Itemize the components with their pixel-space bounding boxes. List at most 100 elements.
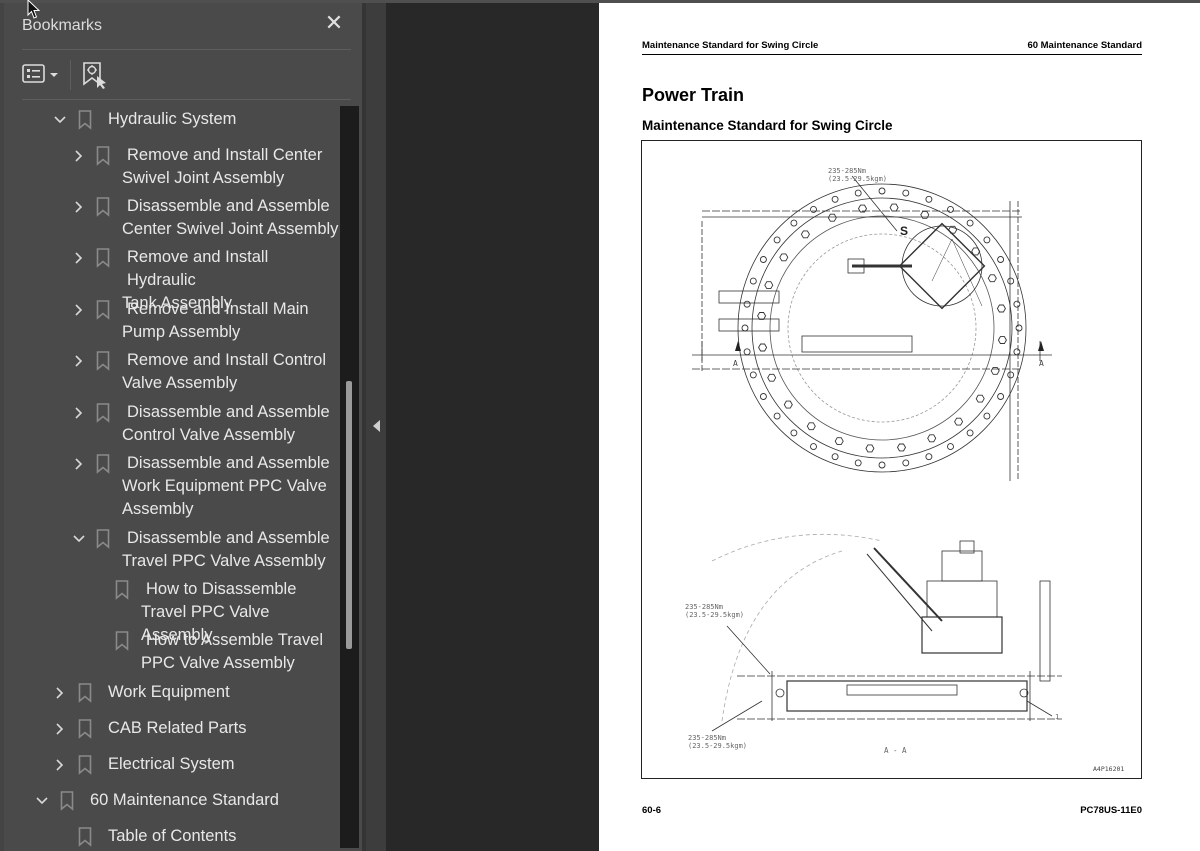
outer-bolt-hole — [1013, 300, 1021, 308]
section-mark-right: A — [1039, 359, 1044, 368]
chevron-right-icon[interactable] — [72, 406, 86, 420]
bookmarks-panel: Bookmarks ✕ Hydraulic System Remove and I… — [0, 3, 362, 851]
inner-bolt-head — [896, 443, 907, 452]
bookmark-label: Disassemble and Assemble Center Swivel Jo… — [122, 195, 338, 241]
bookmark-item[interactable]: Hydraulic System — [0, 108, 340, 131]
page-title: Power Train — [642, 85, 745, 105]
bookmark-label-line: Remove and Install Center — [127, 146, 323, 164]
chevron-right-icon[interactable] — [72, 149, 86, 163]
chevron-down-icon[interactable] — [35, 794, 49, 808]
find-current-bookmark-icon — [83, 62, 106, 89]
bookmark-item[interactable]: Disassemble and Assemble Work Equipment P… — [0, 452, 340, 521]
bookmark-icon — [96, 351, 110, 371]
chevron-right-icon[interactable] — [53, 686, 67, 700]
outer-bolt-hole — [997, 256, 1005, 263]
bookmark-icon — [96, 197, 110, 217]
page-header-left: Maintenance Standard for Swing Circle — [642, 40, 819, 51]
outer-bolt-hole — [741, 324, 749, 332]
bookmark-label: Table of Contents — [108, 825, 236, 848]
inner-bolt-head — [757, 312, 767, 320]
bookmark-item[interactable]: CAB Related Parts — [0, 717, 340, 740]
chevron-right-icon[interactable] — [53, 758, 67, 772]
bookmark-item[interactable]: Work Equipment — [0, 681, 340, 704]
inner-bolt-head — [758, 343, 768, 352]
outer-bolt-hole — [966, 219, 974, 227]
bookmark-label-line: Remove and Install Control — [127, 351, 327, 369]
bookmark-label-line: CAB Related Parts — [108, 719, 247, 737]
outer-bolt-hole — [759, 393, 767, 400]
inner-bolt-head — [783, 400, 793, 409]
bookmark-tree: Hydraulic System Remove and Install Cente… — [0, 103, 340, 851]
outer-bolt-hole — [759, 256, 767, 263]
bookmark-item[interactable]: Disassemble and Assemble Center Swivel Jo… — [0, 195, 340, 241]
page-number: 60-6 — [642, 805, 662, 816]
inner-bolt-head — [865, 444, 875, 453]
bookmark-label-line: Assembly — [122, 500, 194, 518]
bookmark-label: Work Equipment — [108, 681, 230, 704]
chevron-down-icon[interactable] — [53, 113, 67, 127]
chevron-down-icon[interactable] — [72, 532, 86, 546]
bookmark-label-line: Disassemble and Assemble — [127, 454, 330, 472]
chevron-right-icon[interactable] — [72, 303, 86, 317]
outer-bolt-hole — [966, 429, 974, 437]
bookmark-label-line: Work Equipment — [108, 683, 230, 701]
bookmark-label: Disassemble and Assemble Travel PPC Valve… — [122, 527, 330, 573]
find-current-bookmark-button[interactable] — [81, 60, 109, 90]
chevron-right-icon[interactable] — [72, 457, 86, 471]
bookmark-item[interactable]: Disassemble and Assemble Travel PPC Valve… — [0, 527, 340, 573]
bookmark-label: How to Assemble Travel PPC Valve Assembly — [141, 629, 323, 675]
inner-bolt-head — [764, 281, 774, 290]
technical-drawing: 235-285Nm (23.5-29.5kgm) S A A 235-285Nm… — [641, 140, 1142, 779]
bookmark-label: Disassemble and Assemble Control Valve As… — [122, 401, 330, 447]
scrollbar-thumb[interactable] — [346, 381, 352, 649]
outer-bolt-hole — [790, 219, 798, 227]
bookmark-icon — [60, 791, 74, 811]
bookmark-options-button[interactable] — [22, 63, 62, 85]
swing-circle-outer — [737, 183, 1027, 473]
inner-bolt-head — [990, 366, 1000, 375]
outer-bolt-hole — [1007, 277, 1015, 285]
inner-bolt-head — [779, 253, 789, 262]
chevron-right-icon[interactable] — [53, 722, 67, 736]
bookmark-icon — [96, 403, 110, 423]
bookmark-item[interactable]: Electrical System — [0, 753, 340, 776]
outer-bolt-hole — [854, 459, 862, 467]
outer-bolt-hole — [947, 205, 954, 213]
swing-circle-drawing — [692, 175, 1062, 732]
inner-bolt-head — [954, 417, 964, 426]
bookmark-label-line: How to Assemble Travel — [146, 631, 323, 649]
chevron-right-icon[interactable] — [72, 251, 86, 265]
close-icon[interactable]: ✕ — [323, 13, 345, 35]
bookmark-label-line: Center Swivel Joint Assembly — [122, 220, 339, 238]
inner-bolt-head — [975, 394, 985, 403]
inner-bolt-head — [987, 274, 997, 283]
bookmark-label-line: Swivel Joint Assembly — [122, 169, 285, 187]
bookmark-label-line: Control Valve Assembly — [122, 426, 296, 444]
outer-bolt-hole — [878, 461, 886, 469]
bookmark-item[interactable]: Disassemble and Assemble Control Valve As… — [0, 401, 340, 447]
bookmark-icon — [78, 827, 92, 847]
outer-bolt-hole — [1007, 371, 1015, 379]
bookmark-label: Remove and Install Center Swivel Joint As… — [122, 144, 322, 190]
bookmark-item[interactable]: How to Disassemble Travel PPC Valve Assem… — [0, 578, 340, 644]
bookmark-item[interactable]: How to Assemble Travel PPC Valve Assembly — [0, 629, 340, 675]
bookmark-item[interactable]: Remove and Install Hydraulic Tank Assembl… — [0, 246, 340, 312]
bookmark-label: 60 Maintenance Standard — [90, 789, 279, 812]
outer-bolt-hole — [947, 443, 954, 451]
bookmark-label: Electrical System — [108, 753, 235, 776]
bookmark-item[interactable]: 60 Maintenance Standard — [0, 789, 340, 812]
bookmark-label-line: 60 Maintenance Standard — [90, 791, 279, 809]
inner-bolt-head — [806, 422, 816, 431]
swing-circle-ring — [751, 197, 1013, 459]
chevron-right-icon[interactable] — [72, 200, 86, 214]
bookmark-item[interactable]: Remove and Install Control Valve Assembly — [0, 349, 340, 395]
bookmark-item[interactable]: Remove and Install Main Pump Assembly — [0, 298, 340, 344]
bookmark-item[interactable]: Table of Contents — [0, 825, 340, 848]
bookmark-icon — [115, 580, 129, 600]
collapse-panel-arrow-icon[interactable] — [373, 420, 380, 432]
chevron-right-icon[interactable] — [72, 354, 86, 368]
inner-bolt-head — [827, 213, 837, 222]
torque-spec-mid: 235-285Nm (23.5-29.5kgm) — [685, 603, 745, 619]
outer-bolt-hole — [743, 300, 751, 308]
bookmark-item[interactable]: Remove and Install Center Swivel Joint As… — [0, 144, 340, 190]
